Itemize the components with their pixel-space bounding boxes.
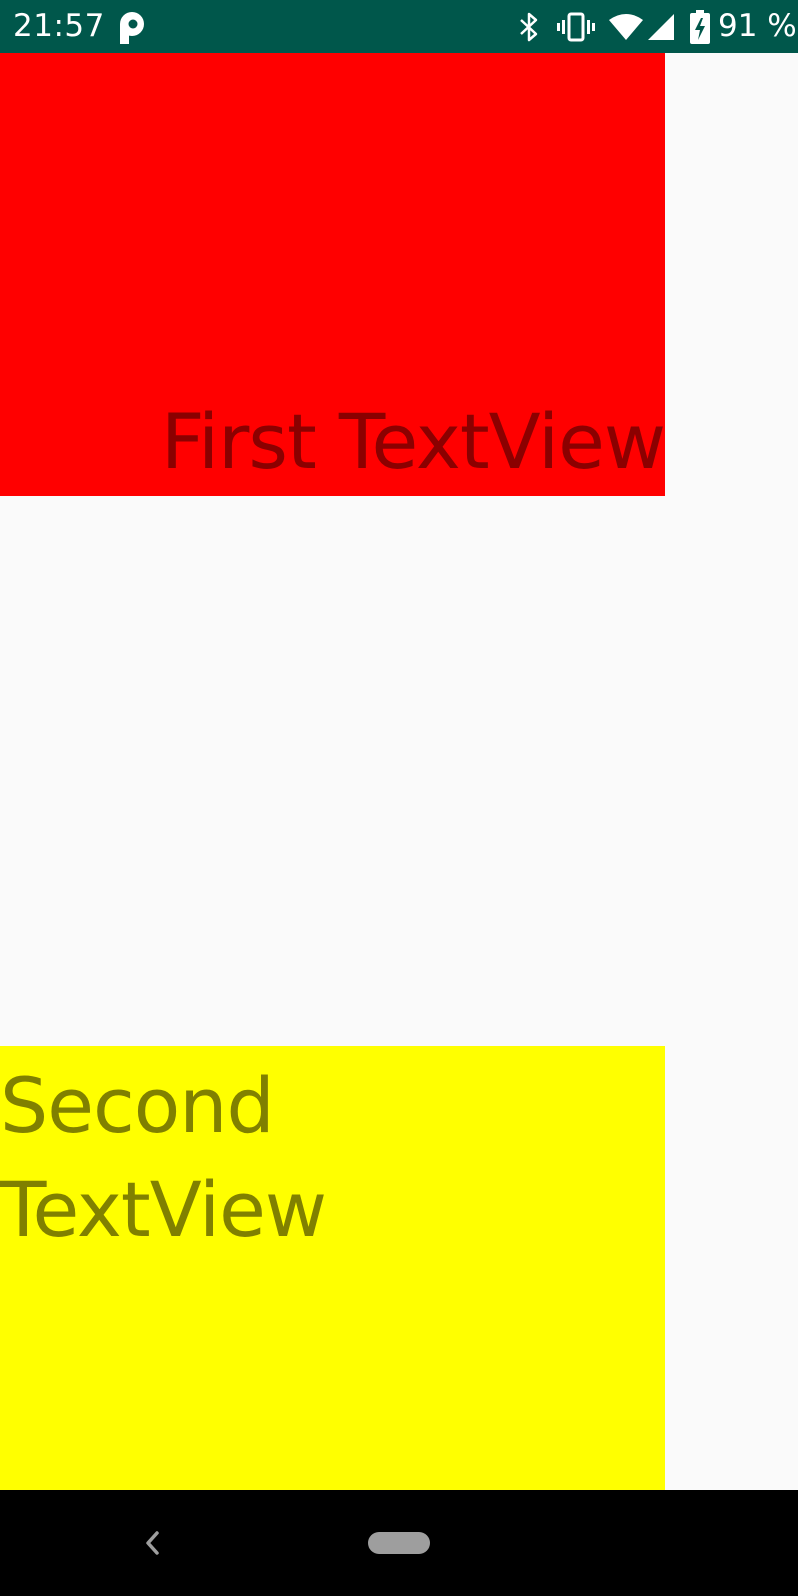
second-textview-label: Second TextView bbox=[0, 1061, 327, 1254]
battery-charging-icon bbox=[690, 10, 710, 44]
home-pill-icon[interactable] bbox=[368, 1532, 430, 1554]
wifi-icon bbox=[609, 14, 643, 40]
second-textview: Second TextView bbox=[0, 1046, 665, 1490]
status-bar: 21:57 91 % bbox=[0, 0, 798, 53]
parking-icon bbox=[120, 12, 144, 44]
first-textview: First TextView bbox=[0, 53, 665, 496]
back-icon[interactable] bbox=[138, 1526, 168, 1560]
cell-signal-icon bbox=[648, 14, 674, 40]
status-time: 21:57 bbox=[13, 8, 105, 44]
first-textview-label: First TextView bbox=[160, 397, 665, 486]
navigation-bar bbox=[0, 1490, 798, 1596]
battery-percent: 91 % bbox=[718, 8, 797, 44]
bluetooth-icon bbox=[520, 12, 538, 42]
vibrate-icon bbox=[557, 12, 595, 42]
